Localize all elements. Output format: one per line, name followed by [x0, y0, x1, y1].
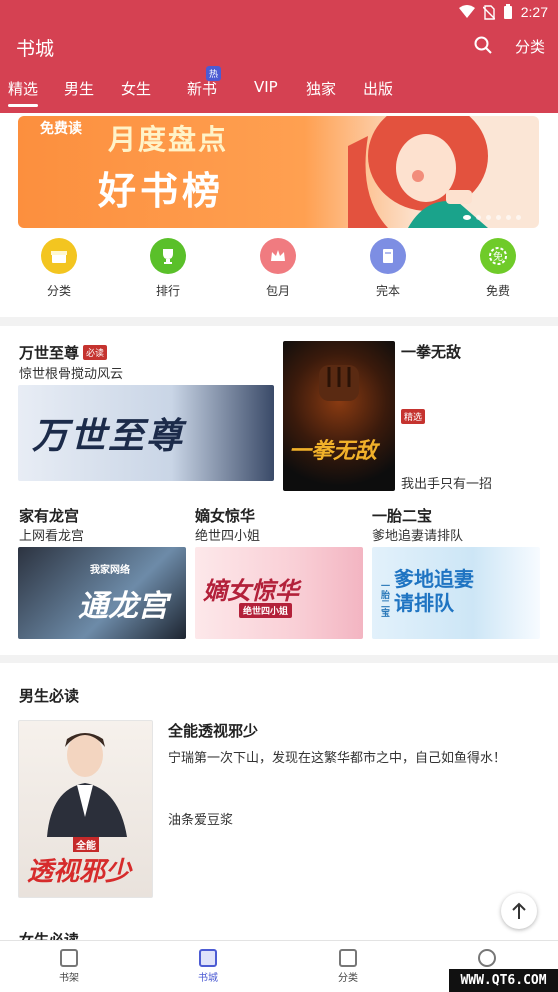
- free-icon: 免: [480, 238, 516, 274]
- book-title[interactable]: 一拳无敌: [401, 341, 461, 362]
- bookshelf-icon: [60, 949, 78, 967]
- nav-bookstore[interactable]: 书城: [178, 949, 238, 984]
- cover-subtitle: 绝世四小姐: [239, 603, 293, 618]
- quick-links: 分类 排行 包月 完本 免 免费: [0, 238, 558, 308]
- cover-title: 通龙宫: [78, 589, 168, 624]
- banner-section: 免费读 月度盘点 好书榜 分类 排行 包月 完本 免 免费: [0, 113, 558, 317]
- cover-title: 爹地追妻请排队: [394, 567, 474, 615]
- crown-icon: [260, 238, 296, 274]
- tab-featured[interactable]: 精选: [8, 78, 39, 107]
- banner-line1: 月度盘点: [108, 123, 229, 156]
- cover-subtitle: 全能: [73, 837, 99, 852]
- girls-section: 女生必读: [0, 903, 558, 940]
- quick-link-category[interactable]: 分类: [19, 238, 99, 299]
- nav-label: 分类: [338, 973, 358, 984]
- book-icon: [370, 238, 406, 274]
- quick-link-label: 完本: [375, 284, 400, 298]
- must-read-badge: 必读: [83, 345, 108, 360]
- quick-link-monthly[interactable]: 包月: [238, 238, 318, 299]
- nav-label: 书架: [59, 973, 79, 984]
- wifi-icon: [458, 5, 475, 18]
- no-sim-icon: [482, 4, 495, 20]
- tab-vip[interactable]: VIP: [254, 78, 278, 96]
- tab-bar: 精选 男生 女生 新书 VIP 独家 出版: [0, 78, 558, 110]
- tab-new-books[interactable]: 新书: [187, 78, 217, 99]
- book-cover[interactable]: 嫡女惊华 绝世四小姐: [195, 547, 363, 639]
- tab-exclusive[interactable]: 独家: [306, 78, 336, 99]
- selected-badge: 精选: [401, 409, 426, 424]
- book-description: 爹地追妻请排队: [372, 529, 464, 544]
- quick-link-label: 排行: [155, 284, 180, 298]
- book-cover[interactable]: 我家网络 通龙宫: [18, 547, 186, 639]
- quick-link-label: 包月: [265, 284, 290, 298]
- book-cover[interactable]: 一胎二宝 爹地追妻请排队: [372, 547, 540, 639]
- book-description: 上网看龙宫: [19, 529, 85, 544]
- trophy-icon: [150, 238, 186, 274]
- banner-carousel[interactable]: 免费读 月度盘点 好书榜: [18, 116, 539, 228]
- book-cover[interactable]: 万世至尊: [18, 385, 274, 481]
- cover-subtitle: 一胎二宝: [379, 581, 389, 617]
- boys-section: 男生必读 全能 透视邪少 全能透视邪少 宁瑞第一次下山，发现在这繁华都市之中，自…: [0, 663, 558, 940]
- banner-line2: 好书榜: [98, 169, 225, 213]
- watermark: WWW.QT6.COM: [449, 969, 558, 992]
- scroll-top-button[interactable]: [501, 893, 537, 929]
- book-cover[interactable]: 一拳无敌: [283, 341, 395, 491]
- svg-text:免: 免: [493, 250, 503, 263]
- section-heading: 男生必读: [19, 687, 80, 705]
- quick-link-label: 分类: [46, 284, 71, 298]
- arrow-up-icon: [512, 902, 526, 919]
- cover-title: 透视邪少: [27, 857, 132, 887]
- section-heading: 女生必读: [19, 931, 80, 940]
- book-title[interactable]: 万世至尊: [19, 342, 79, 363]
- man-illustration: [47, 733, 127, 837]
- featured-section: 万世至尊 必读 惊世根骨搅动风云 万世至尊 一拳无敌 一拳无敌 精选 我出手只有…: [0, 326, 558, 655]
- quick-link-ranking[interactable]: 排行: [128, 238, 208, 299]
- book-author: 油条爱豆浆: [168, 813, 234, 828]
- tab-published[interactable]: 出版: [363, 78, 393, 99]
- nav-category[interactable]: 分类: [318, 949, 378, 984]
- gift-icon: [41, 238, 77, 274]
- tab-boys[interactable]: 男生: [64, 78, 94, 99]
- clock: 2:27: [520, 4, 548, 20]
- page-title: 书城: [16, 38, 55, 60]
- cover-subtitle: 我家网络: [90, 565, 130, 576]
- girl-illustration: [348, 116, 488, 228]
- book-title[interactable]: 家有龙宫: [19, 505, 79, 526]
- nav-label: 书城: [198, 973, 218, 984]
- book-description: 绝世四小姐: [195, 529, 261, 544]
- search-icon[interactable]: [474, 36, 492, 54]
- category-button[interactable]: 分类: [515, 36, 545, 57]
- book-title[interactable]: 全能透视邪少: [168, 720, 258, 741]
- app-bar: 书城 分类 精选 男生 女生 新书 VIP 独家 出版 热: [0, 26, 558, 113]
- tab-girls[interactable]: 女生: [121, 78, 151, 99]
- book-title[interactable]: 一胎二宝: [372, 505, 432, 526]
- cover-title: 嫡女惊华: [203, 577, 299, 605]
- book-cover[interactable]: 全能 透视邪少: [18, 720, 153, 898]
- battery-icon: [503, 4, 512, 19]
- cover-title: 一拳无敌: [289, 439, 378, 464]
- quick-link-label: 免费: [485, 284, 510, 298]
- profile-icon: [478, 949, 496, 967]
- book-description: 惊世根骨搅动风云: [19, 367, 124, 382]
- banner-free-label: 免费读: [40, 121, 82, 137]
- hot-badge: 热: [206, 66, 222, 81]
- status-bar: 2:27: [0, 0, 558, 26]
- nav-bookshelf[interactable]: 书架: [39, 949, 99, 984]
- bookstore-icon: [199, 949, 217, 967]
- banner-indicator: [463, 215, 521, 220]
- cover-title: 万世至尊: [32, 416, 185, 457]
- fist-illustration: [319, 365, 359, 401]
- book-description: 我出手只有一招: [401, 477, 493, 492]
- category-icon: [339, 949, 357, 967]
- quick-link-completed[interactable]: 完本: [348, 238, 428, 299]
- book-title[interactable]: 嫡女惊华: [195, 505, 255, 526]
- quick-link-free[interactable]: 免 免费: [458, 238, 538, 299]
- content-area[interactable]: 免费读 月度盘点 好书榜 分类 排行 包月 完本 免 免费 万世至尊 必读 惊世…: [0, 113, 558, 940]
- book-description: 宁瑞第一次下山，发现在这繁华都市之中，自己如鱼得水！: [168, 751, 507, 766]
